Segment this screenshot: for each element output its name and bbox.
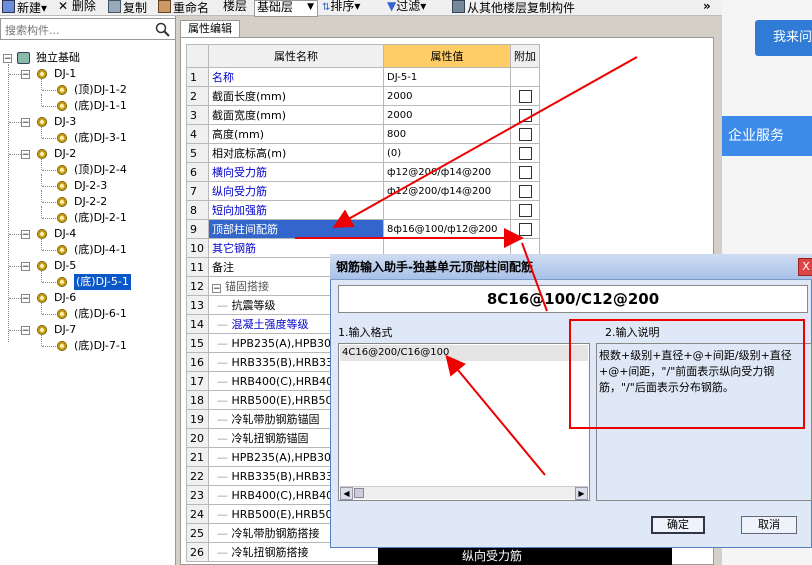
annotation-arrow — [445, 354, 546, 476]
annotation-arrow — [332, 56, 638, 228]
annotation-arrows — [295, 56, 638, 476]
annotation-arrow — [521, 242, 548, 312]
